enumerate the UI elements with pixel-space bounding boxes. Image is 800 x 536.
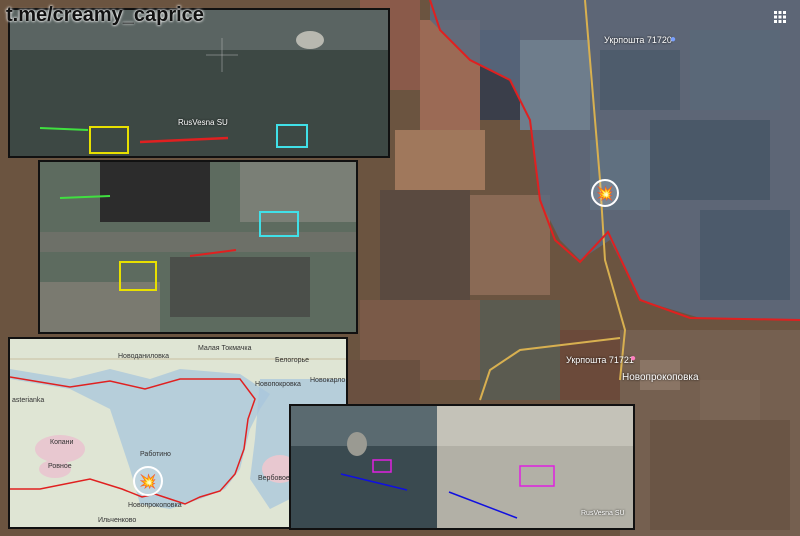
label-ukrposhta-71720: Укрпошта 71720	[604, 35, 672, 45]
location-pin-icon: ●	[630, 353, 637, 364]
grid-menu-icon[interactable]	[774, 10, 786, 23]
map-label-novokarlovka: Новокарло	[310, 377, 346, 384]
map-label-malaya-tokmachka: Малая Токмачка	[198, 345, 252, 352]
drone-footage-panel-2: RusVesna SU	[289, 404, 635, 530]
label-novoprokopovka: Новопрокоповка	[622, 372, 699, 383]
map-label-novodanilovka: Новоданиловка	[118, 353, 169, 360]
credit-label: RusVesna SU	[581, 510, 625, 517]
watermark: t.me/creamy_caprice	[6, 4, 204, 26]
map-label-novopokrovka: Новопокровка	[255, 381, 301, 388]
map-label-belogorye: Белогорье	[275, 357, 310, 364]
map-label-ilchenkovo: Ильченково	[98, 517, 137, 524]
drone-footage-panel-1: RusVesna SU	[8, 8, 390, 158]
location-pin-icon: ●	[670, 34, 677, 45]
map-label-kopani: Копани	[50, 439, 74, 446]
explosion-icon: 💥	[591, 179, 619, 207]
label-ukrposhta-71721: Укрпошта 71721	[566, 355, 634, 365]
map-label-rabotino: Работино	[140, 451, 171, 458]
explosion-icon: 💥	[133, 466, 163, 496]
satellite-closeup-panel	[38, 160, 358, 334]
map-label-verbovoe: Вербовое	[258, 475, 290, 482]
map-label-rovnoe: Ровное	[48, 463, 72, 470]
map-label-novoprokopovka: Новопрокоповка	[128, 502, 182, 509]
credit-label: RusVesna SU	[178, 118, 228, 127]
map-label-vasilievka: asterianka	[12, 397, 45, 404]
